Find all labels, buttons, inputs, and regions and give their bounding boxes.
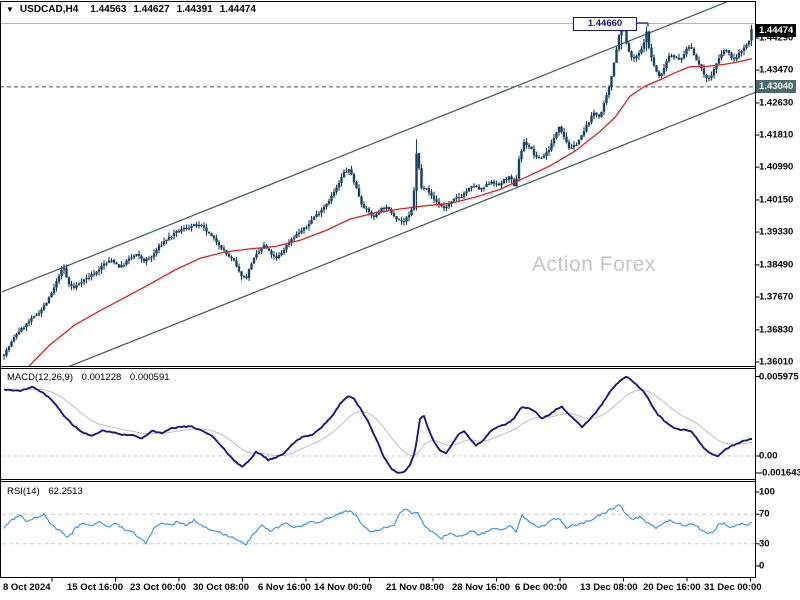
price-axis-label: 1.37670	[759, 291, 794, 303]
rsi-indicator-label: RSI(14) 62.2513	[7, 486, 89, 497]
date-axis-label: 8 Oct 2024	[3, 582, 51, 593]
ohlc-high-value: 1.44627	[133, 4, 170, 15]
price-axis-label: 1.38490	[759, 259, 794, 271]
price-axis-label: 1.39330	[759, 226, 794, 238]
symbol-dropdown-icon[interactable]: ▼	[6, 5, 14, 15]
price-axis-label: 1.43470	[759, 64, 794, 76]
trading-chart-window: ▼ USDCAD,H4 1.44563 1.44627 1.44391 1.44…	[0, 0, 800, 600]
action-forex-watermark: Action Forex	[532, 253, 656, 276]
rsi-axis-label: 70	[759, 508, 770, 520]
date-axis-label: 31 Dec 00:00	[704, 582, 762, 593]
price-axis-label: 1.40150	[759, 194, 794, 206]
price-axis-label: 1.41810	[759, 129, 794, 141]
rsi-axis-label: 100	[759, 486, 775, 498]
macd-axis-label: 0.00	[759, 450, 778, 462]
macd-axis-label: -0.001643	[759, 467, 800, 479]
date-axis-label: 15 Oct 16:00	[67, 582, 123, 593]
price-axis-label: 1.40990	[759, 161, 794, 173]
date-axis-label: 13 Dec 08:00	[580, 582, 638, 593]
rsi-name: RSI(14)	[7, 486, 40, 497]
level-price-tag: 1.43040	[756, 80, 797, 94]
date-axis-label: 28 Nov 16:00	[452, 582, 511, 593]
date-axis-label: 23 Oct 00:00	[130, 582, 186, 593]
ohlc-low-value: 1.44391	[176, 4, 213, 15]
date-axis-label: 20 Dec 16:00	[643, 582, 701, 593]
date-axis-label: 6 Dec 00:00	[515, 582, 568, 593]
date-axis-label: 21 Nov 08:00	[386, 582, 445, 593]
current-price-tag: 1.44474	[756, 24, 797, 38]
rsi-axis-label: 30	[759, 538, 770, 550]
date-axis-label: 30 Oct 08:00	[193, 582, 249, 593]
ohlc-open-value: 1.44563	[90, 4, 127, 15]
price-axis-label: 1.36830	[759, 324, 794, 336]
chart-header: ▼ USDCAD,H4 1.44563 1.44627 1.44391 1.44…	[6, 4, 263, 15]
price-axis-label: 1.36010	[759, 356, 794, 368]
chart-canvas[interactable]	[0, 0, 800, 600]
macd-name: MACD(12,26,9)	[7, 372, 73, 383]
macd-axis-label: 0.005975	[759, 371, 799, 382]
symbol-timeframe-label: USDCAD,H4	[19, 4, 79, 15]
macd-indicator-label: MACD(12,26,9) 0.001228 0.000591	[7, 372, 176, 383]
high-price-annotation[interactable]: 1.44660	[573, 17, 637, 31]
date-axis-label: 14 Nov 00:00	[314, 582, 373, 593]
price-axis-label: 1.42630	[759, 97, 794, 109]
ohlc-close-value: 1.44474	[219, 4, 256, 15]
macd-main-value: 0.001228	[81, 372, 122, 383]
rsi-axis-label: 0	[759, 560, 765, 572]
macd-signal-value: 0.000591	[129, 372, 170, 383]
date-axis-label: 6 Nov 16:00	[258, 582, 311, 593]
rsi-value: 62.2513	[48, 486, 83, 497]
